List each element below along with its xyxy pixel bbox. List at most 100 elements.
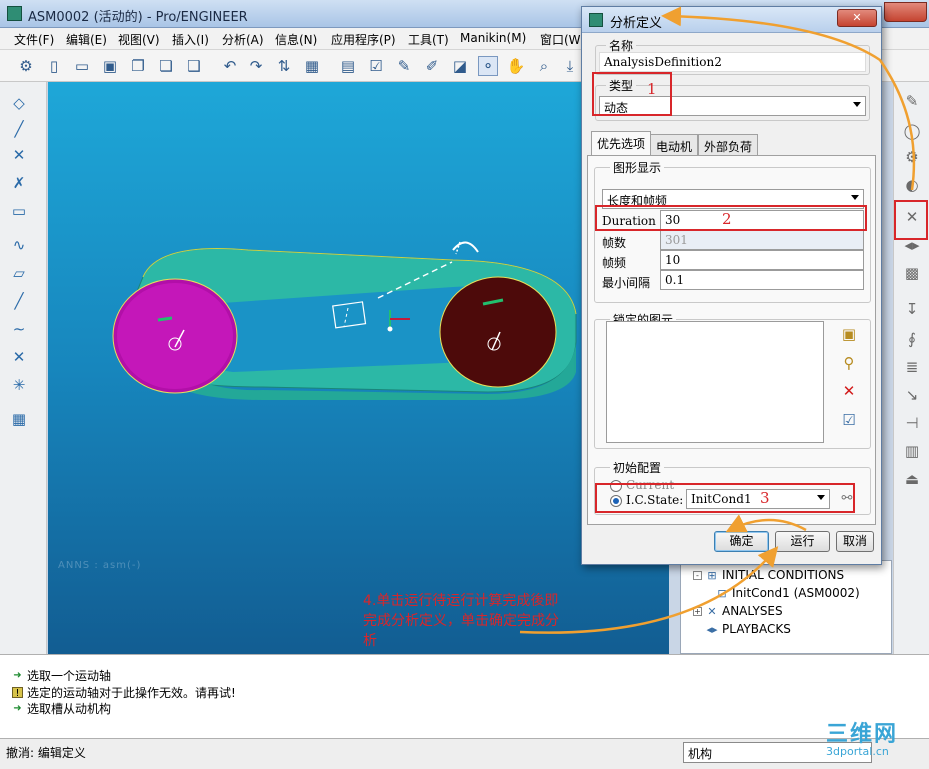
spin-icon[interactable]: ⤓	[560, 56, 580, 76]
frame-count-input: 301	[660, 230, 864, 250]
layers-icon[interactable]: ▤	[338, 56, 358, 76]
edit-icon[interactable]: ✎	[394, 56, 414, 76]
locked-entities-list[interactable]	[606, 321, 824, 443]
bushing-icon[interactable]: ⊣	[900, 412, 924, 434]
csys-icon[interactable]: ✳	[7, 374, 31, 396]
axis-icon[interactable]: ╱	[7, 290, 31, 312]
status-bar: 撤消: 编辑定义 机构	[0, 738, 929, 769]
tab-motors[interactable]: 电动机	[650, 134, 699, 155]
weight-icon[interactable]: ⏏	[900, 468, 924, 490]
regen-manager-icon[interactable]: ⇅	[274, 56, 294, 76]
tree-expander[interactable]: -	[693, 570, 702, 580]
zoom-icon[interactable]: ⌕	[534, 56, 554, 76]
enable-icon[interactable]: ☑	[838, 409, 860, 431]
playbacks-icon: ◂▸	[706, 623, 718, 636]
coord-sys-icon[interactable]: ✗	[7, 172, 31, 194]
graphics-viewport[interactable]: ANNS : asm(-)	[48, 82, 669, 654]
menu-tools[interactable]: 工具(T)	[408, 31, 449, 48]
min-interval-input[interactable]: 0.1	[660, 270, 864, 290]
save-icon[interactable]: ▣	[100, 56, 120, 76]
plane-icon[interactable]: ▱	[7, 262, 31, 284]
damper-icon[interactable]: ≣	[900, 356, 924, 378]
model-tree-icon[interactable]: ☑	[366, 56, 386, 76]
window-close-button[interactable]	[884, 2, 927, 22]
message-text: 选取一个运动轴	[27, 669, 112, 683]
sketch-curve-icon[interactable]: ∿	[7, 234, 31, 256]
status-text: 撤消: 编辑定义	[6, 746, 86, 760]
display-icon[interactable]: ◪	[450, 56, 470, 76]
analyses-icon: ✕	[707, 605, 717, 618]
datum-point-icon[interactable]: ✕	[7, 144, 31, 166]
model-tree: - ⊞ INITIAL CONDITIONS ⊡ InitCond1 (ASM0…	[680, 560, 892, 654]
arrow-right-icon: ➜	[13, 670, 22, 681]
open-folder-icon[interactable]: ▭	[72, 56, 92, 76]
paste-icon[interactable]: ❏	[156, 56, 176, 76]
copy-icon[interactable]: ❐	[128, 56, 148, 76]
tree-expander[interactable]: +	[693, 606, 702, 616]
window-title: ASM0002 (活动的) - Pro/ENGINEER	[28, 10, 248, 25]
pattern-icon[interactable]: ▩	[900, 262, 924, 284]
initcond-icon: ⊡	[717, 587, 727, 600]
menu-info[interactable]: 信息(N)	[275, 31, 317, 48]
tree-row-analyses[interactable]: + ✕ ANALYSES	[693, 604, 783, 618]
paste-special-icon[interactable]: ❑	[184, 56, 204, 76]
menu-manikin[interactable]: Manikin(M)	[460, 31, 526, 45]
annotation-box-3	[595, 483, 855, 513]
run-button[interactable]: 运行	[775, 531, 830, 552]
message-row: ➜ 选取槽从动机构	[12, 700, 111, 717]
tree-row-initcond1[interactable]: ⊡ InitCond1 (ASM0002)	[715, 586, 859, 600]
cancel-button[interactable]: 取消	[836, 531, 874, 552]
menu-analysis[interactable]: 分析(A)	[222, 31, 264, 48]
frame-rate-input[interactable]: 10	[660, 250, 864, 270]
gear-icon[interactable]: ⚙	[900, 146, 924, 168]
menu-insert[interactable]: 插入(I)	[172, 31, 209, 48]
menu-window[interactable]: 窗口(W	[540, 31, 581, 48]
analysis-definition-dialog: 分析定义 ✕ 名称 AnalysisDefinition2 类型 动态 优先选项…	[581, 6, 882, 565]
dialog-close-button[interactable]: ✕	[837, 9, 877, 27]
message-text: 选定的运动轴对于此操作无效。请再试!	[27, 686, 236, 700]
servo-motor-icon[interactable]: ✎	[900, 90, 924, 112]
tree-row-playbacks[interactable]: ◂▸ PLAYBACKS	[705, 622, 790, 636]
undo-icon[interactable]: ↶	[220, 56, 240, 76]
pan-hand-icon[interactable]: ✋	[506, 56, 526, 76]
tree-row-initial-conditions[interactable]: - ⊞ INITIAL CONDITIONS	[693, 568, 844, 582]
spring-icon[interactable]: ∮	[900, 328, 924, 350]
tab-external-loads[interactable]: 外部负荷	[698, 134, 759, 155]
datum-plane-icon[interactable]: ◇	[7, 92, 31, 114]
menu-file[interactable]: 文件(F)	[14, 31, 54, 48]
menu-applications[interactable]: 应用程序(P)	[331, 31, 396, 48]
tree-label: ANALYSES	[722, 604, 783, 618]
datum-axis-icon[interactable]: ╱	[7, 118, 31, 140]
tab-preferences[interactable]: 优先选项	[591, 131, 652, 156]
curve-icon[interactable]: ∼	[7, 318, 31, 340]
initial-conditions-icon: ⊞	[707, 569, 717, 582]
force-icon[interactable]: ↘	[900, 384, 924, 406]
message-row: ➜ 选取一个运动轴	[12, 667, 111, 684]
point-icon[interactable]: ✕	[7, 346, 31, 368]
menu-edit[interactable]: 编辑(E)	[66, 31, 107, 48]
delete-icon[interactable]: ✕	[838, 380, 860, 402]
message-row: ! 选定的运动轴对于此操作无效。请再试!	[12, 684, 236, 701]
menu-view[interactable]: 视图(V)	[118, 31, 160, 48]
redo-icon[interactable]: ↷	[246, 56, 266, 76]
belt-icon[interactable]: ◐	[900, 174, 924, 196]
new-file-icon[interactable]: ▯	[44, 56, 64, 76]
mechanism-icon[interactable]: ⚬	[478, 56, 498, 76]
site-logo-url: 3dportal.cn	[826, 745, 889, 758]
annotation-icon[interactable]: ▭	[7, 200, 31, 222]
analysis-name-input[interactable]: AnalysisDefinition2	[599, 52, 866, 72]
cam-icon[interactable]: ◯	[900, 120, 924, 142]
gravity-icon[interactable]: ↧	[900, 298, 924, 320]
window-icon[interactable]: ▦	[302, 56, 322, 76]
pencil-icon[interactable]: ✐	[422, 56, 442, 76]
left-toolbar: ◇ ╱ ✕ ✗ ▭ ∿ ▱ ╱ ∼ ✕ ✳ ▦	[0, 82, 47, 654]
warning-icon: !	[12, 687, 23, 699]
table-icon[interactable]: ▦	[7, 408, 31, 430]
message-area: ➜ 选取一个运动轴 ! 选定的运动轴对于此操作无效。请再试! ➜ 选取槽从动机构	[0, 654, 929, 738]
lock-body-icon[interactable]: ▣	[838, 323, 860, 345]
ok-button[interactable]: 确定	[714, 531, 769, 552]
mass-icon[interactable]: ▥	[900, 440, 924, 462]
chevron-down-icon	[851, 195, 859, 200]
regenerate-icon[interactable]: ⚙	[16, 56, 36, 76]
lock-connection-icon[interactable]: ⚲	[838, 352, 860, 374]
